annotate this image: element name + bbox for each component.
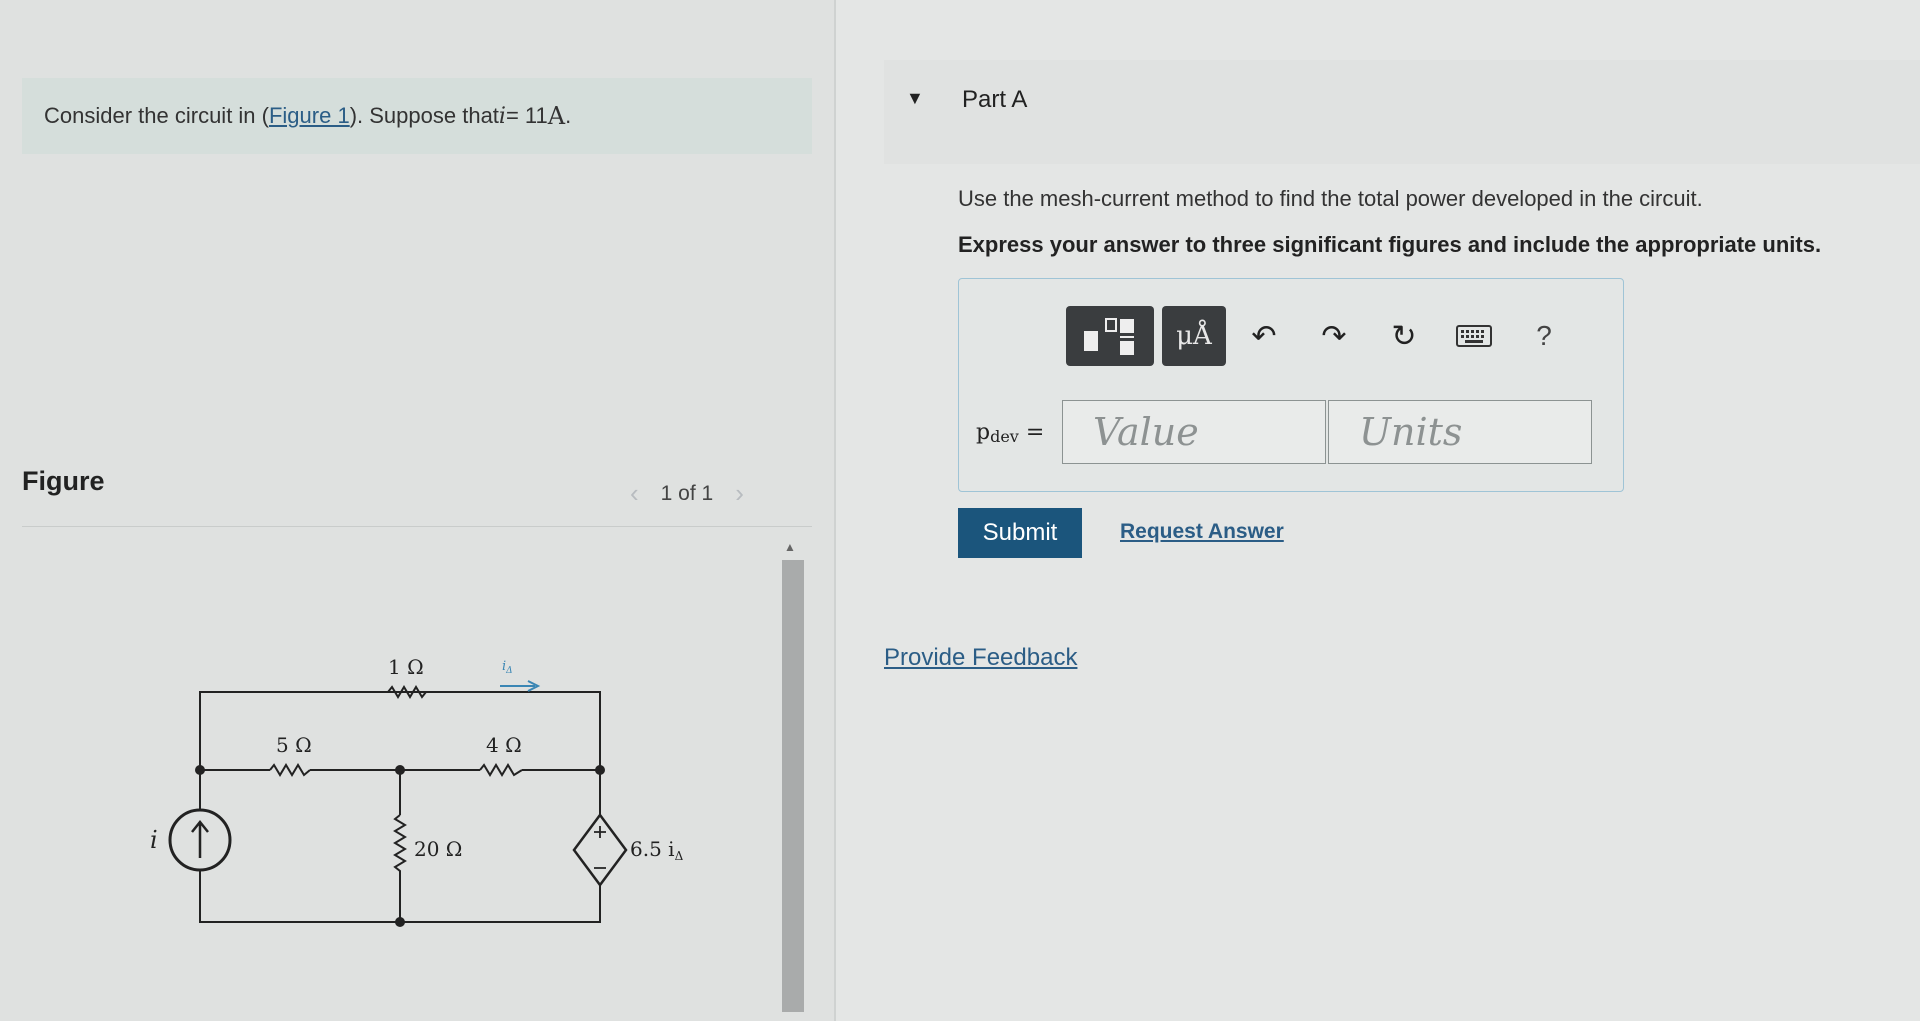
problem-middle: ). Suppose that — [349, 103, 499, 128]
figure-pager-text: 1 of 1 — [660, 481, 714, 505]
prev-figure-button[interactable]: ‹ — [630, 478, 639, 509]
figure-pager: ‹ 1 of 1 › — [630, 478, 744, 509]
node-left — [195, 765, 205, 775]
dependent-source-icon — [572, 812, 628, 888]
part-instruction-bold: Express your answer to three significant… — [958, 232, 1822, 257]
problem-var: i — [498, 103, 506, 129]
reset-icon[interactable]: ↻ — [1372, 306, 1436, 366]
answer-label-sub: dev — [990, 427, 1019, 446]
label-current: iΔ — [502, 659, 513, 676]
units-input[interactable] — [1328, 400, 1592, 464]
templates-icon — [1084, 318, 1134, 355]
left-pane: Consider the circuit in (Figure 1). Supp… — [0, 0, 834, 1021]
problem-unit: A — [547, 102, 566, 130]
part-instruction: Use the mesh-current method to find the … — [958, 186, 1703, 211]
answer-label-eq: = — [1018, 420, 1045, 445]
node-middle — [395, 765, 405, 775]
node-right — [595, 765, 605, 775]
label-dep-source-main: 6.5 i — [630, 837, 675, 861]
dependent-source-polarity-icon — [594, 826, 606, 869]
label-r5: 5 Ω — [276, 733, 312, 757]
scroll-up-arrow-icon[interactable]: ▲ — [784, 540, 796, 554]
problem-prefix: Consider the circuit in ( — [44, 103, 269, 128]
answer-label-main: p — [976, 420, 991, 445]
label-source-i: i — [150, 826, 158, 854]
math-toolbar: μÅ ↶ ↷ ↻ ? — [1066, 306, 1576, 366]
problem-equals: = 11 — [505, 103, 548, 128]
problem-statement: Consider the circuit in (Figure 1). Supp… — [22, 78, 812, 154]
figure-divider — [22, 526, 812, 527]
help-button[interactable]: ? — [1512, 306, 1576, 366]
templates-button[interactable] — [1066, 306, 1154, 366]
figure-scrollbar-thumb[interactable] — [782, 560, 804, 1012]
current-arrow-icon — [500, 680, 541, 692]
circuit-diagram: 1 Ω 5 Ω 4 Ω 20 Ω i 6.5 iΔ iΔ — [150, 655, 684, 927]
units-button[interactable]: μÅ — [1162, 306, 1226, 366]
value-input[interactable] — [1062, 400, 1326, 464]
redo-icon[interactable]: ↷ — [1302, 306, 1366, 366]
part-a-header[interactable] — [884, 60, 1920, 164]
figure-heading: Figure — [22, 466, 105, 496]
resistor-5-ohm — [269, 763, 311, 777]
resistor-20-ohm — [393, 814, 407, 880]
label-dep-source: 6.5 iΔ — [630, 837, 684, 863]
next-figure-button[interactable]: › — [735, 478, 744, 509]
provide-feedback-link[interactable]: Provide Feedback — [884, 644, 1077, 672]
keyboard-svg-icon — [1456, 325, 1492, 347]
figure-link[interactable]: Figure 1 — [269, 103, 350, 129]
label-dep-source-sub: Δ — [675, 849, 684, 863]
answer-label: pdev = — [976, 420, 1044, 446]
node-bottom — [395, 917, 405, 927]
part-title[interactable]: Part A — [962, 86, 1027, 114]
keyboard-icon[interactable] — [1442, 306, 1506, 366]
resistor-4-ohm — [479, 763, 523, 777]
request-answer-link[interactable]: Request Answer — [1120, 520, 1284, 544]
label-r4: 4 Ω — [486, 733, 522, 757]
problem-suffix: . — [565, 103, 572, 128]
label-current-sub: Δ — [505, 666, 513, 676]
circuit-top-loop-wire — [199, 691, 601, 770]
current-source-arrow-icon — [191, 819, 209, 858]
undo-icon[interactable]: ↶ — [1232, 306, 1296, 366]
label-r20: 20 Ω — [414, 837, 462, 861]
submit-button[interactable]: Submit — [958, 508, 1082, 558]
label-r1: 1 Ω — [388, 655, 424, 679]
collapse-caret-icon[interactable]: ▼ — [906, 88, 924, 109]
